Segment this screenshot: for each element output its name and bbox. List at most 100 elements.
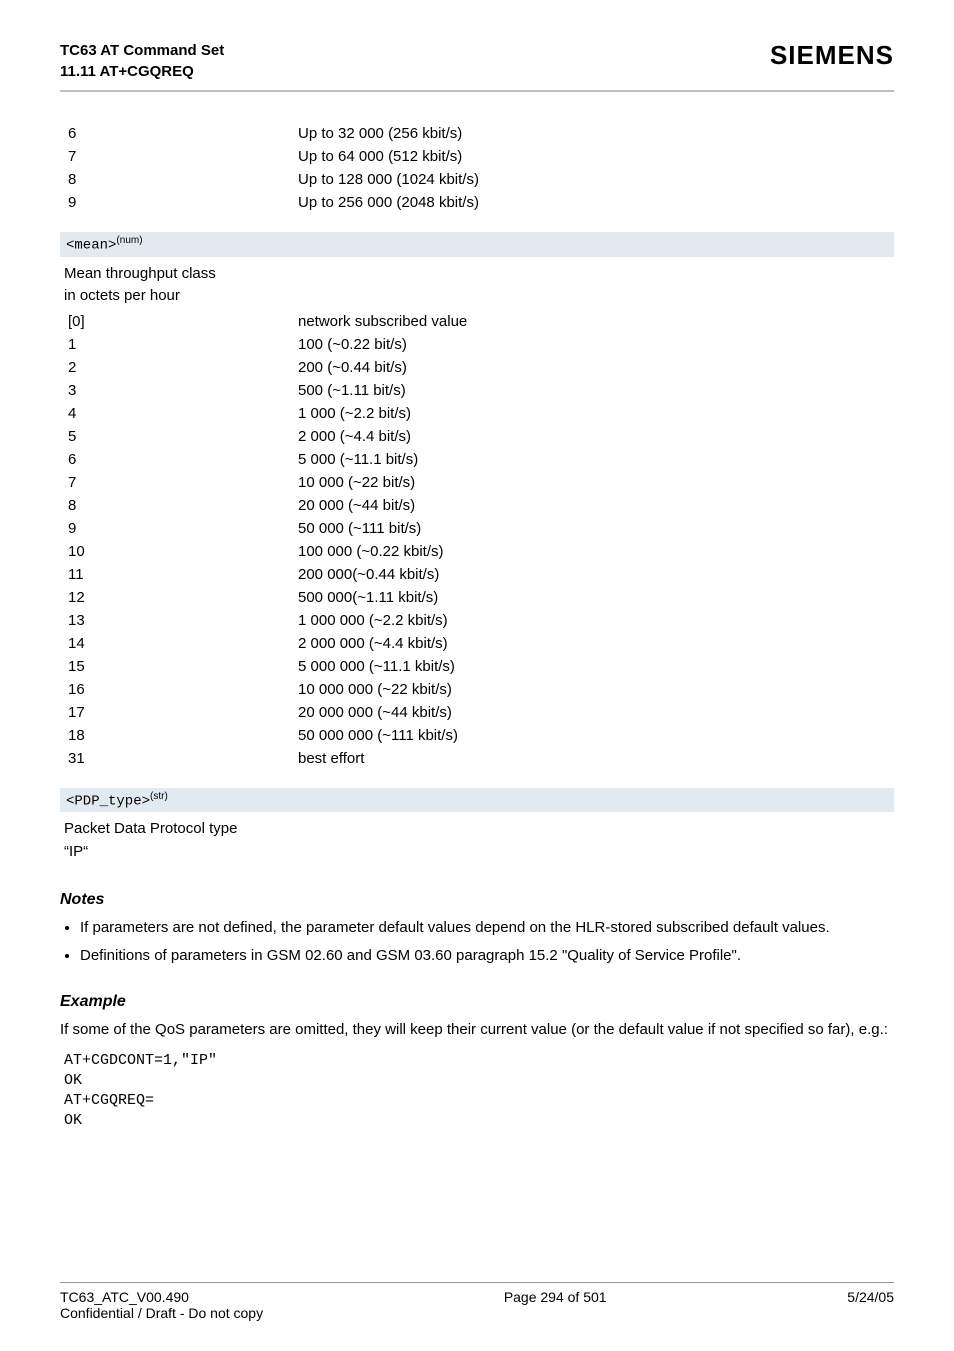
row-value: Up to 64 000 (512 kbit/s) [298,145,894,168]
row-key: 17 [60,701,298,724]
table-row: 1100 (~0.22 bit/s) [60,333,894,356]
example-intro: If some of the QoS parameters are omitte… [60,1019,894,1041]
table-row: 155 000 000 (~11.1 kbit/s) [60,655,894,678]
note-item: If parameters are not defined, the param… [80,917,894,939]
table-row: [0]network subscribed value [60,310,894,333]
pdp-desc: Packet Data Protocol type “IP“ [60,812,894,865]
footer-date: 5/24/05 [847,1289,894,1321]
row-value: 500 (~1.11 bit/s) [298,379,894,402]
table-row: 41 000 (~2.2 bit/s) [60,402,894,425]
param-header-pdp: <PDP_type>(str) [60,788,894,813]
table-row: 2200 (~0.44 bit/s) [60,356,894,379]
row-key: 12 [60,586,298,609]
row-key: 15 [60,655,298,678]
table-row: 7Up to 64 000 (512 kbit/s) [60,145,894,168]
row-key: 14 [60,632,298,655]
table-row: 10100 000 (~0.22 kbit/s) [60,540,894,563]
table-row: 8Up to 128 000 (1024 kbit/s) [60,168,894,191]
footer-version: TC63_ATC_V00.490 [60,1289,189,1305]
row-value: 100 000 (~0.22 kbit/s) [298,540,894,563]
example-title: Example [60,993,894,1011]
row-value: 100 (~0.22 bit/s) [298,333,894,356]
row-key: 5 [60,425,298,448]
row-value: 500 000(~1.11 kbit/s) [298,586,894,609]
row-value: 1 000 000 (~2.2 kbit/s) [298,609,894,632]
row-key: 1 [60,333,298,356]
notes-list: If parameters are not defined, the param… [80,917,894,967]
row-key: 9 [60,517,298,540]
row-key: 6 [60,448,298,471]
row-value: 5 000 000 (~11.1 kbit/s) [298,655,894,678]
param-sup-pdp: (str) [150,791,168,802]
table-row: 65 000 (~11.1 bit/s) [60,448,894,471]
mean-desc-line2: in octets per hour [64,287,180,304]
table-row: 12500 000(~1.11 kbit/s) [60,586,894,609]
row-key: 13 [60,609,298,632]
table-row: 1850 000 000 (~111 kbit/s) [60,724,894,747]
example-code: AT+CGDCONT=1,"IP" OK AT+CGQREQ= OK [64,1051,894,1132]
row-value: 5 000 (~11.1 bit/s) [298,448,894,471]
row-key: 31 [60,747,298,770]
page-footer: TC63_ATC_V00.490 Confidential / Draft - … [60,1282,894,1321]
row-value: 2 000 000 (~4.4 kbit/s) [298,632,894,655]
row-key: 11 [60,563,298,586]
table-row: 11200 000(~0.44 kbit/s) [60,563,894,586]
note-item: Definitions of parameters in GSM 02.60 a… [80,945,894,967]
table-row: 52 000 (~4.4 bit/s) [60,425,894,448]
row-value: 200 000(~0.44 kbit/s) [298,563,894,586]
row-key: 16 [60,678,298,701]
row-value: 10 000 000 (~22 kbit/s) [298,678,894,701]
table-row: 142 000 000 (~4.4 kbit/s) [60,632,894,655]
table-row: 1720 000 000 (~44 kbit/s) [60,701,894,724]
table-row: 6Up to 32 000 (256 kbit/s) [60,122,894,145]
row-value: 50 000 (~111 bit/s) [298,517,894,540]
table-row: 3500 (~1.11 bit/s) [60,379,894,402]
row-value: 2 000 (~4.4 bit/s) [298,425,894,448]
row-key: 9 [60,191,298,214]
row-value: 1 000 (~2.2 bit/s) [298,402,894,425]
row-key: 2 [60,356,298,379]
footer-left: TC63_ATC_V00.490 Confidential / Draft - … [60,1289,263,1321]
row-value: Up to 32 000 (256 kbit/s) [298,122,894,145]
mean-desc: Mean throughput class in octets per hour [60,257,894,310]
footer-page: Page 294 of 501 [504,1289,607,1321]
peak-table-continued: 6Up to 32 000 (256 kbit/s)7Up to 64 000 … [60,122,894,214]
param-tag-mean: <mean> [66,238,116,254]
header-title-line2: 11.11 AT+CGQREQ [60,61,224,82]
table-row: 950 000 (~111 bit/s) [60,517,894,540]
row-key: 10 [60,540,298,563]
row-value: Up to 256 000 (2048 kbit/s) [298,191,894,214]
row-value: 20 000 (~44 bit/s) [298,494,894,517]
table-row: 820 000 (~44 bit/s) [60,494,894,517]
row-value: network subscribed value [298,310,894,333]
header-title: TC63 AT Command Set 11.11 AT+CGQREQ [60,40,224,82]
row-key: 18 [60,724,298,747]
table-row: 131 000 000 (~2.2 kbit/s) [60,609,894,632]
row-key: 6 [60,122,298,145]
row-key: [0] [60,310,298,333]
mean-table: [0]network subscribed value1100 (~0.22 b… [60,310,894,770]
row-value: Up to 128 000 (1024 kbit/s) [298,168,894,191]
param-header-mean: <mean>(num) [60,232,894,257]
notes-title: Notes [60,891,894,909]
param-tag-pdp: <PDP_type> [66,793,150,809]
param-sup-mean: (num) [116,235,142,246]
row-key: 8 [60,494,298,517]
row-value: 50 000 000 (~111 kbit/s) [298,724,894,747]
footer-confidential: Confidential / Draft - Do not copy [60,1305,263,1321]
table-row: 31best effort [60,747,894,770]
row-key: 4 [60,402,298,425]
row-key: 7 [60,471,298,494]
pdp-desc-line1: Packet Data Protocol type [64,820,237,837]
row-value: 10 000 (~22 bit/s) [298,471,894,494]
row-value: best effort [298,747,894,770]
row-key: 7 [60,145,298,168]
mean-desc-line1: Mean throughput class [64,265,216,282]
table-row: 710 000 (~22 bit/s) [60,471,894,494]
brand-logo: SIEMENS [770,40,894,71]
row-value: 200 (~0.44 bit/s) [298,356,894,379]
header-title-line1: TC63 AT Command Set [60,40,224,61]
table-row: 1610 000 000 (~22 kbit/s) [60,678,894,701]
row-value: 20 000 000 (~44 kbit/s) [298,701,894,724]
pdp-desc-line2: “IP“ [64,843,88,860]
